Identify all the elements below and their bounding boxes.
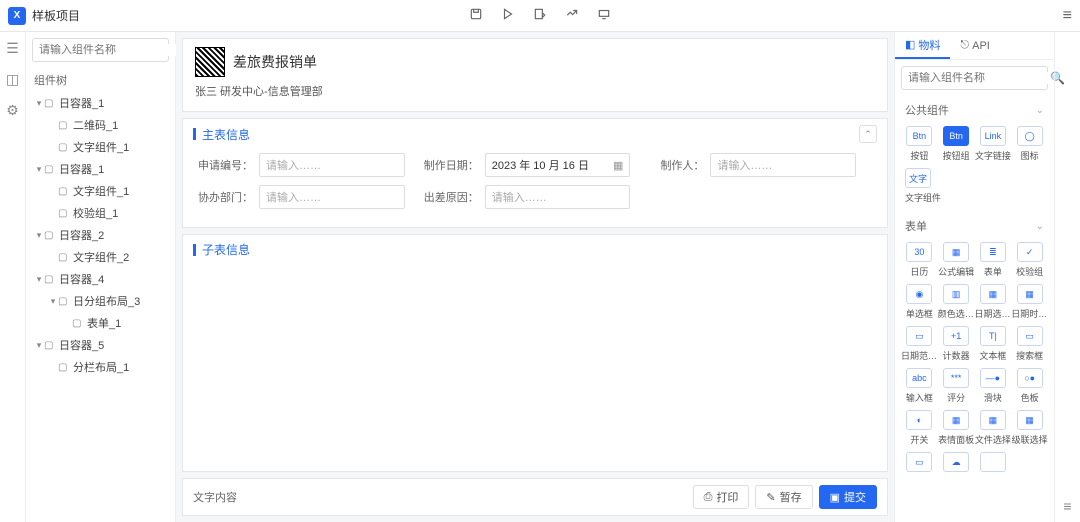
widget-item[interactable]: ✓校验组	[1011, 242, 1048, 278]
rail-outline-icon[interactable]: ☰	[6, 40, 19, 57]
date-label: 制作日期：	[419, 157, 479, 173]
tree-item[interactable]: ▾▢日容器_5	[26, 334, 175, 356]
widget-item[interactable]: Btn按钮组	[938, 126, 975, 162]
section1-collapse-icon[interactable]: ⌃	[859, 125, 877, 143]
save-icon[interactable]	[469, 7, 483, 24]
export-icon[interactable]	[533, 7, 547, 24]
import-icon[interactable]	[565, 7, 579, 24]
outline-search[interactable]: 🔍	[32, 38, 169, 62]
component-tree: ▾▢日容器_1▢二维码_1▢文字组件_1▾▢日容器_1▢文字组件_1▢校验组_1…	[26, 92, 175, 522]
widget-item[interactable]: ▥颜色选择器	[938, 284, 975, 320]
dept-input[interactable]: 请输入……	[259, 185, 405, 209]
tree-item[interactable]: ▾▢日容器_1	[26, 92, 175, 114]
widget-item[interactable]: ▦表情面板	[938, 410, 975, 446]
widget-item[interactable]: ☁	[938, 452, 975, 475]
widget-item[interactable]: ○●色板	[1011, 368, 1048, 404]
tree-item[interactable]: ▢文字组件_2	[26, 246, 175, 268]
widget-item[interactable]: Link文字链接	[975, 126, 1012, 162]
footer-text: 文字内容	[193, 489, 237, 505]
tree-item[interactable]: ▢二维码_1	[26, 114, 175, 136]
widget-item[interactable]: ▦日期选择器	[975, 284, 1012, 320]
preview-icon[interactable]	[501, 7, 515, 24]
widget-item[interactable]: 文字文字组件	[901, 168, 1048, 204]
widget-item[interactable]: T|文本框	[975, 326, 1012, 362]
chevron-down-icon[interactable]: ⌄	[1036, 105, 1044, 116]
widget-item[interactable]	[975, 452, 1012, 475]
widget-item[interactable]: ▦级联选择	[1011, 410, 1048, 446]
device-icon[interactable]	[597, 7, 611, 24]
cat-common-title: 公共组件	[905, 102, 949, 118]
widget-item[interactable]: ***评分	[938, 368, 975, 404]
tree-item[interactable]: ▢校验组_1	[26, 202, 175, 224]
widget-item[interactable]: ▭搜索框	[1011, 326, 1048, 362]
widget-item[interactable]: ▦文件选择	[975, 410, 1012, 446]
reason-input[interactable]: 请输入……	[485, 185, 631, 209]
section1-title: 主表信息	[202, 126, 250, 143]
widget-item[interactable]: ◯图标	[1011, 126, 1048, 162]
rail-hamburger-icon[interactable]: ≡	[1063, 498, 1071, 514]
tree-item[interactable]: ▢分栏布局_1	[26, 356, 175, 378]
outline-search-input[interactable]	[39, 44, 181, 56]
rail-pages-icon[interactable]: ◫	[6, 71, 19, 88]
form-title: 差旅费报销单	[233, 52, 317, 72]
widget-item[interactable]: Btn按钮	[901, 126, 938, 162]
tree-item[interactable]: ▾▢日容器_4	[26, 268, 175, 290]
tree-item[interactable]: ▾▢日分组布局_3	[26, 290, 175, 312]
widget-item[interactable]: abc输入框	[901, 368, 938, 404]
rail-settings-icon[interactable]: ⚙	[6, 102, 19, 119]
widget-item[interactable]: ▦公式编辑	[938, 242, 975, 278]
cat-form-title: 表单	[905, 218, 927, 234]
qr-code	[195, 47, 225, 77]
tree-item[interactable]: ▾▢日容器_2	[26, 224, 175, 246]
widget-item[interactable]: ◉单选框	[901, 284, 938, 320]
person-input[interactable]: 请输入……	[710, 153, 856, 177]
widget-item[interactable]: +1计数器	[938, 326, 975, 362]
menu-icon[interactable]: ≡	[1063, 7, 1072, 25]
form-subtitle: 张三 研发中心-信息管理部	[195, 83, 875, 99]
tree-item[interactable]: ▾▢日容器_1	[26, 158, 175, 180]
chevron-down-icon[interactable]: ⌄	[1036, 221, 1044, 232]
orderno-label: 申请编号：	[193, 157, 253, 173]
widget-item[interactable]: ▭日期范围…	[901, 326, 938, 362]
section2-title: 子表信息	[202, 241, 250, 258]
calendar-icon: ▦	[613, 159, 623, 172]
widget-item[interactable]: 30日历	[901, 242, 938, 278]
tab-widgets[interactable]: ◧ 物料	[895, 32, 950, 59]
outline-title: 组件树	[26, 68, 175, 92]
submit-button[interactable]: ▣ 提交	[819, 485, 877, 509]
widget-search-input[interactable]	[908, 72, 1050, 84]
project-name: 样板项目	[32, 7, 80, 24]
date-input[interactable]: 2023 年 10 月 16 日▦	[485, 153, 631, 177]
widget-item[interactable]: ▦日期时间…	[1011, 284, 1048, 320]
draft-button[interactable]: ✎ 暂存	[755, 485, 812, 509]
print-button[interactable]: ⎙ 打印	[693, 485, 750, 509]
dept-label: 协办部门：	[193, 189, 253, 205]
tab-api[interactable]: ⎋ API	[950, 32, 999, 59]
orderno-input[interactable]: 请输入……	[259, 153, 405, 177]
app-logo: X	[8, 7, 26, 25]
widget-item[interactable]: ◐开关	[901, 410, 938, 446]
tree-item[interactable]: ▢表单_1	[26, 312, 175, 334]
reason-label: 出差原因：	[419, 189, 479, 205]
person-label: 制作人：	[644, 157, 704, 173]
widget-item[interactable]: —●滑块	[975, 368, 1012, 404]
tree-item[interactable]: ▢文字组件_1	[26, 136, 175, 158]
tree-item[interactable]: ▢文字组件_1	[26, 180, 175, 202]
widget-item[interactable]: ≣表单	[975, 242, 1012, 278]
widget-search[interactable]: 🔍	[901, 66, 1048, 90]
widget-item[interactable]: ▭	[901, 452, 938, 475]
